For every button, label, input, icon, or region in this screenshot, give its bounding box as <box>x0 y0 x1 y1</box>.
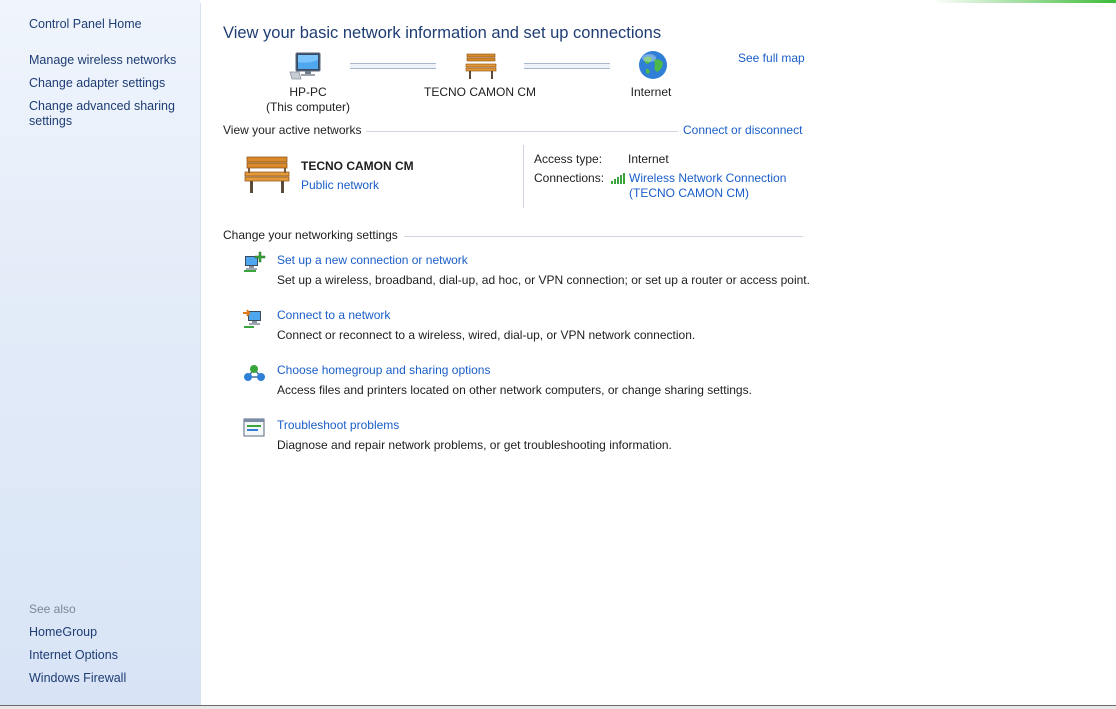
active-network-name: TECNO CAMON CM <box>301 159 414 173</box>
computer-sub: (This computer) <box>265 100 351 114</box>
homegroup-icon[interactable] <box>242 361 266 385</box>
public-network-bench-icon[interactable] <box>464 52 498 80</box>
homegroup-sharing-options-description: Access files and printers located on oth… <box>277 383 752 397</box>
map-network-name: TECNO CAMON CM <box>424 85 536 99</box>
change-settings-divider <box>404 236 803 237</box>
internet-options-link[interactable]: Internet Options <box>29 648 189 663</box>
active-network-separator <box>523 145 524 208</box>
window-bottom-border <box>0 705 1116 709</box>
active-networks-divider <box>366 131 678 132</box>
network-category-link[interactable]: Public network <box>301 178 379 192</box>
map-connector-1 <box>350 63 436 69</box>
connection-ssid: (TECNO CAMON CM) <box>629 186 749 200</box>
troubleshoot-problems-link[interactable]: Troubleshoot problems <box>277 418 399 432</box>
page-title: View your basic network information and … <box>223 24 662 42</box>
access-type-label: Access type: <box>534 152 603 166</box>
map-connector-2 <box>524 63 610 69</box>
wireless-connection-link[interactable]: Wireless Network Connection (TECNO CAMON… <box>629 171 786 201</box>
access-type-value: Internet <box>628 152 669 166</box>
window-accent-bar <box>200 0 1116 3</box>
wireless-signal-icon <box>611 173 625 184</box>
control-panel-home-link[interactable]: Control Panel Home <box>29 17 189 32</box>
internet-globe-icon[interactable] <box>638 50 668 80</box>
troubleshoot-icon[interactable] <box>242 416 266 440</box>
new-connection-icon[interactable] <box>242 251 266 275</box>
active-networks-heading: View your active networks <box>223 123 362 137</box>
connection-name: Wireless Network Connection <box>629 171 787 185</box>
left-navigation-pane: Control Panel Home Manage wireless netwo… <box>0 0 201 705</box>
manage-wireless-networks-link[interactable]: Manage wireless networks <box>29 53 189 68</box>
connect-network-icon[interactable] <box>242 306 266 330</box>
setup-new-connection-description: Set up a wireless, broadband, dial-up, a… <box>277 273 810 287</box>
setup-new-connection-link[interactable]: Set up a new connection or network <box>277 253 468 267</box>
change-settings-heading: Change your networking settings <box>223 228 398 242</box>
connect-or-disconnect-link[interactable]: Connect or disconnect <box>683 123 802 137</box>
connect-to-network-link[interactable]: Connect to a network <box>277 308 390 322</box>
homegroup-sharing-options-link[interactable]: Choose homegroup and sharing options <box>277 363 490 377</box>
computer-icon[interactable] <box>289 50 325 82</box>
network-bench-icon[interactable] <box>242 155 292 195</box>
change-advanced-sharing-settings-link[interactable]: Change advanced sharing settings <box>29 99 179 129</box>
map-internet-label: Internet <box>630 85 672 99</box>
connect-to-network-description: Connect or reconnect to a wireless, wire… <box>277 328 696 342</box>
see-also-heading: See also <box>29 602 76 616</box>
see-full-map-link[interactable]: See full map <box>738 51 805 65</box>
connections-label: Connections: <box>534 171 605 185</box>
homegroup-link[interactable]: HomeGroup <box>29 625 189 640</box>
computer-name: HP-PC <box>289 85 327 99</box>
windows-firewall-link[interactable]: Windows Firewall <box>29 671 189 686</box>
change-adapter-settings-link[interactable]: Change adapter settings <box>29 76 189 91</box>
troubleshoot-problems-description: Diagnose and repair network problems, or… <box>277 438 672 452</box>
